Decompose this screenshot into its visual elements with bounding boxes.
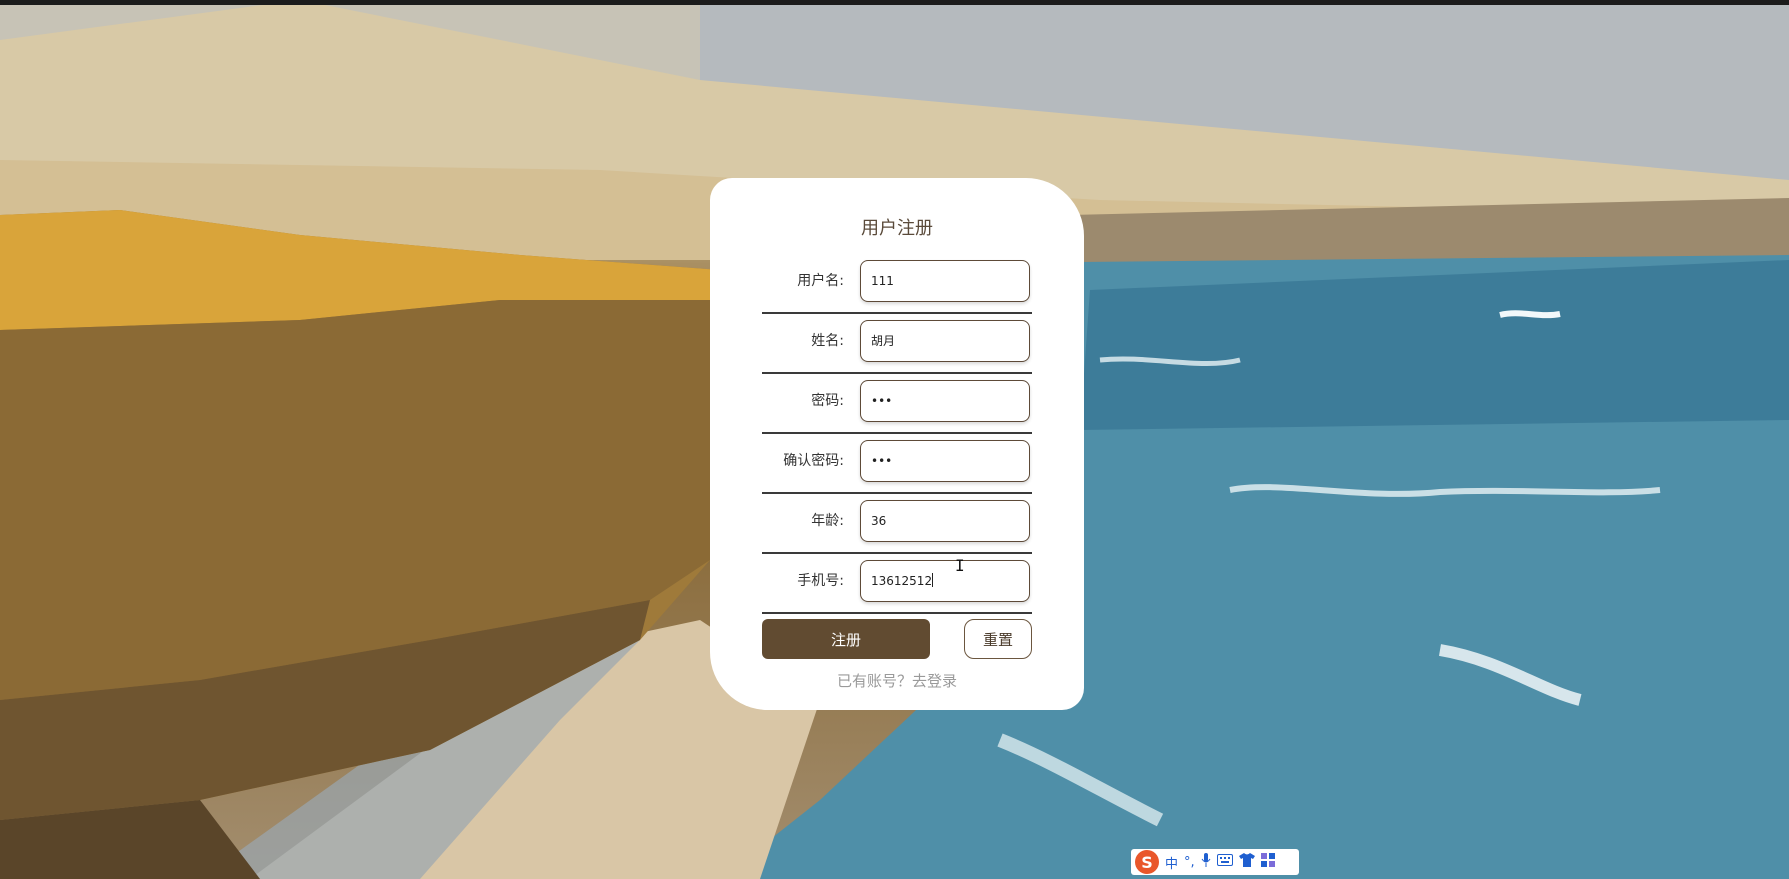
password-input[interactable]: ••• (860, 380, 1030, 422)
ime-mode-toggle[interactable]: 中 (1165, 853, 1178, 872)
name-input[interactable]: 胡月 (860, 320, 1030, 362)
ibeam-cursor-icon: I (955, 556, 965, 575)
age-label: 年龄: (811, 513, 844, 529)
name-row: 姓名: 胡月 (762, 314, 1032, 374)
phone-label: 手机号: (797, 573, 844, 589)
username-input[interactable]: 111 (860, 260, 1030, 302)
apps-icon[interactable] (1260, 853, 1275, 871)
ime-toolbar: S 中 °, (1131, 849, 1299, 875)
login-link[interactable]: 已有账号？去登录 (710, 670, 1084, 691)
age-row: 年龄: 36 (762, 494, 1032, 554)
register-card: 用户注册 用户名: 111 姓名: 胡月 密码: ••• 确认密码: ••• 年… (710, 178, 1084, 710)
sogou-logo-icon[interactable]: S (1135, 850, 1159, 874)
confirm-password-row: 确认密码: ••• (762, 434, 1032, 494)
username-row: 用户名: 111 (762, 254, 1032, 314)
reset-button[interactable]: 重置 (964, 619, 1032, 659)
password-row: 密码: ••• (762, 374, 1032, 434)
form-title: 用户注册 (859, 210, 937, 246)
shirt-icon[interactable] (1238, 853, 1255, 871)
ime-punctuation-toggle[interactable]: °, (1184, 855, 1195, 870)
phone-row: 手机号: 13612512 (762, 554, 1032, 614)
text-caret (932, 573, 934, 587)
keyboard-icon[interactable] (1216, 854, 1233, 870)
phone-input[interactable]: 13612512 (860, 560, 1030, 602)
register-button[interactable]: 注册 (762, 619, 930, 659)
window-top-bar (0, 0, 1789, 5)
confirm-password-input[interactable]: ••• (860, 440, 1030, 482)
phone-value: 13612512 (871, 574, 933, 588)
password-label: 密码: (811, 393, 844, 409)
age-input[interactable]: 36 (860, 500, 1030, 542)
confirm-password-label: 确认密码: (783, 453, 844, 469)
name-label: 姓名: (811, 333, 844, 349)
username-label: 用户名: (797, 273, 844, 289)
microphone-icon[interactable] (1201, 853, 1211, 871)
